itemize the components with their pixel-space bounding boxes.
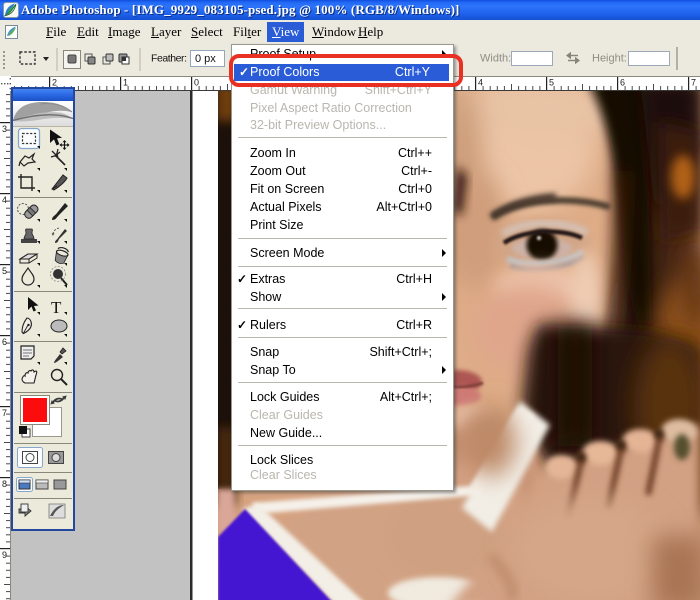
svg-text:6: 6 [2,337,7,347]
svg-text:6: 6 [620,78,625,88]
svg-text:Feather:: Feather: [151,53,187,65]
svg-text:4: 4 [478,78,483,88]
svg-text:4: 4 [2,195,7,205]
svg-text:3: 3 [2,124,7,134]
svg-text:7: 7 [691,78,696,88]
svg-text:0 px: 0 px [195,53,216,65]
svg-text:9: 9 [2,550,7,560]
svg-text:0: 0 [194,78,199,88]
svg-text:T: T [51,298,62,317]
svg-text:1: 1 [123,78,128,88]
svg-text:5: 5 [2,266,7,276]
svg-text:Height:: Height: [592,53,627,65]
svg-text:8: 8 [2,479,7,489]
svg-text:5: 5 [549,78,554,88]
svg-text:Width:: Width: [480,53,511,65]
svg-text:7: 7 [2,408,7,418]
svg-text:2: 2 [52,78,57,88]
